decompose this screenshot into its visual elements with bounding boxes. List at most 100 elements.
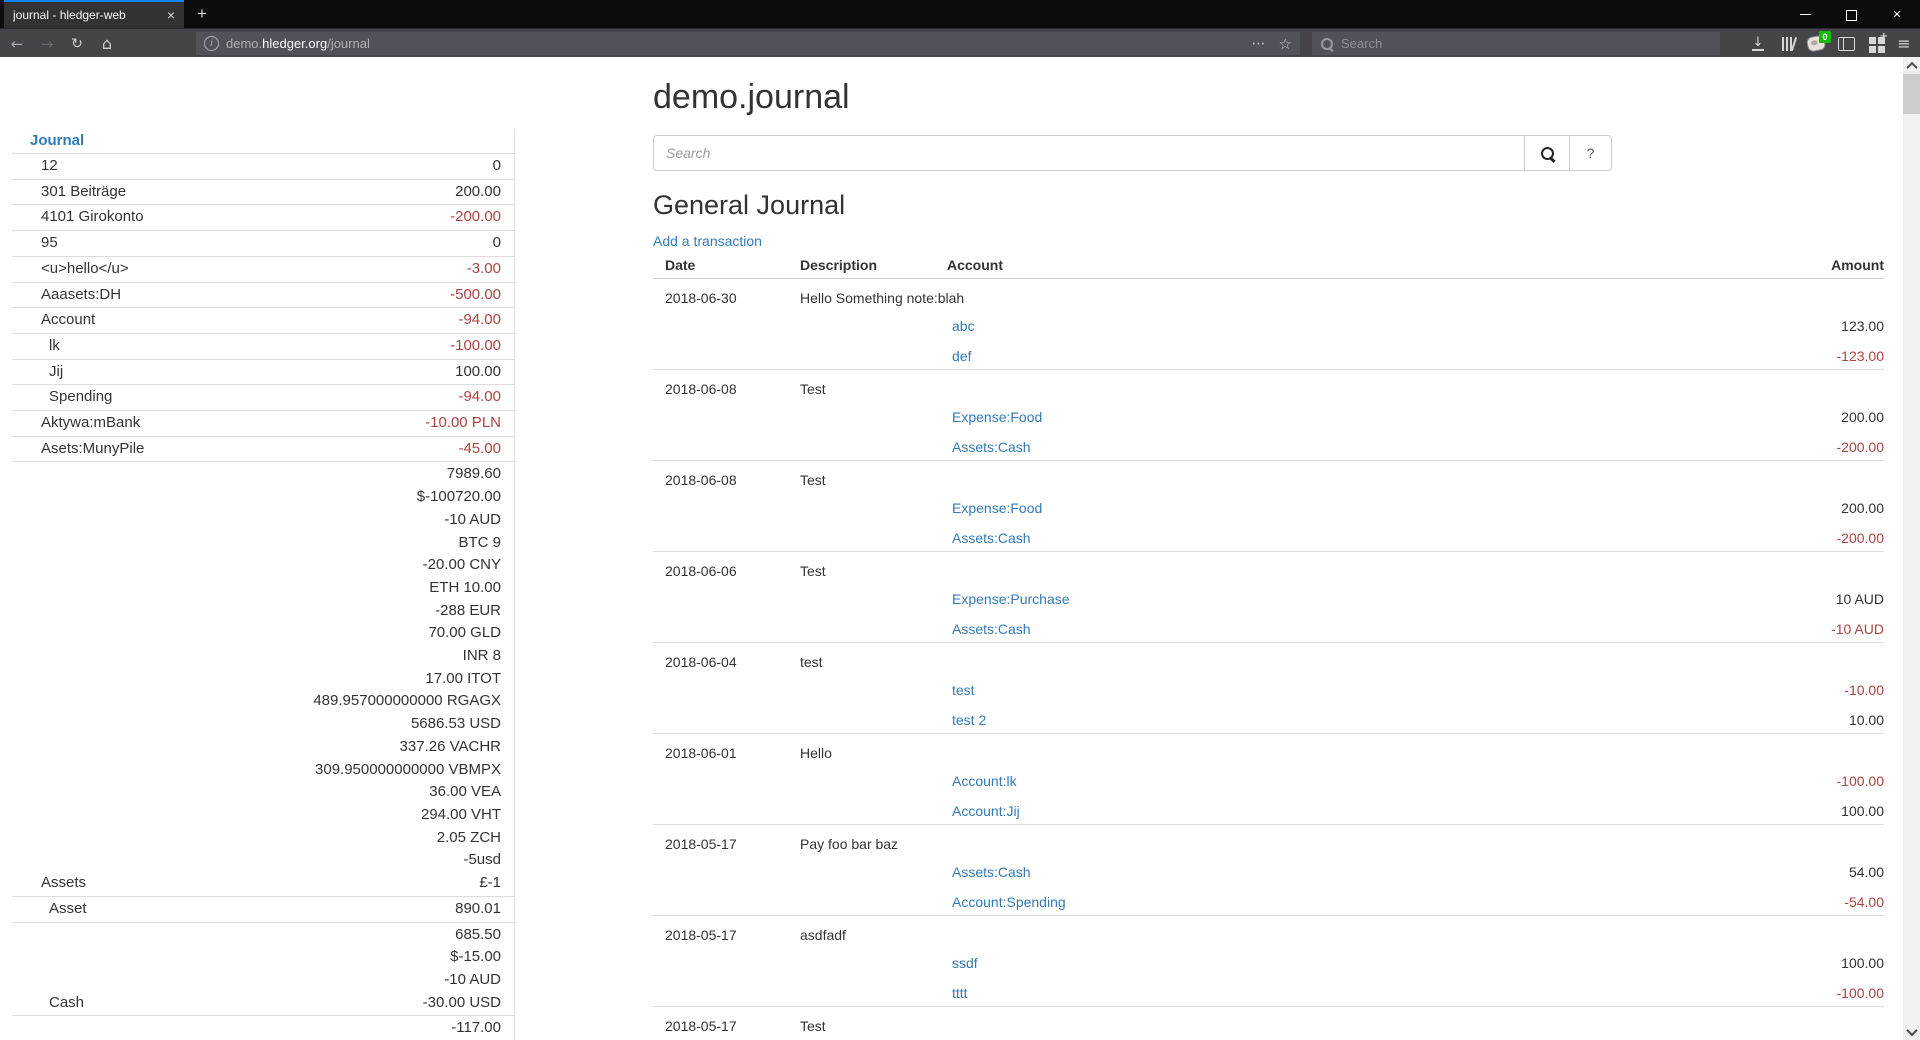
journal-link[interactable]: Journal (30, 132, 84, 149)
home-icon: ⌂ (102, 34, 112, 53)
column-header-account: Account (947, 255, 1831, 275)
account-balance: 685.50 $-15.00 -10 AUD -30.00 USD (423, 924, 501, 1015)
account-link[interactable]: Aktywa:mBank (41, 412, 140, 435)
posting-amount: 100.00 (1841, 953, 1884, 973)
posting-account-link[interactable]: abc (952, 316, 975, 336)
tab-close-icon[interactable]: × (167, 8, 175, 22)
posting-amount: 200.00 (1841, 407, 1884, 427)
account-link[interactable]: lk (49, 335, 60, 358)
page-scrollbar[interactable] (1903, 57, 1920, 1040)
library-button[interactable] (1774, 29, 1802, 58)
search-help-button[interactable]: ? (1570, 135, 1612, 171)
account-balance: 200.00 (455, 181, 501, 204)
account-balance: -10.00 PLN (425, 412, 501, 435)
posting-account-link[interactable]: Expense:Food (952, 498, 1042, 518)
posting-account-link[interactable]: Account:Spending (952, 892, 1066, 912)
posting-account-link[interactable]: def (952, 346, 971, 366)
transaction-row[interactable]: 2018-06-04test test-10.00 test 210.00 (653, 643, 1884, 734)
account-balance: -500.00 (450, 284, 501, 307)
url-bar[interactable]: i demo.hledger.org/journal ⋯ ☆ (196, 32, 1300, 55)
account-balance: 0 (493, 155, 501, 178)
posting-account-link[interactable]: Assets:Cash (952, 619, 1031, 639)
posting-account-link[interactable]: ssdf (952, 953, 978, 973)
posting-account-link[interactable]: Account:Jij (952, 801, 1020, 821)
scrollbar-thumb[interactable] (1903, 74, 1920, 114)
posting-line: test-10.00 (653, 680, 1884, 700)
transaction-row[interactable]: 2018-06-08Test Expense:Food 200.00 Assets… (653, 370, 1884, 461)
posting-account-link[interactable]: Expense:Food (952, 407, 1042, 427)
browser-tab[interactable]: journal - hledger-web × (4, 0, 184, 28)
account-link[interactable]: Jij (49, 361, 63, 384)
transaction-description: Test (800, 470, 1884, 490)
home-button[interactable]: ⌂ (94, 29, 120, 58)
transaction-row[interactable]: 2018-05-17asdfadf ssdf100.00 tttt-100.00 (653, 916, 1884, 1007)
posting-account-link[interactable]: Assets:Cash (952, 528, 1031, 548)
posting-line: Expense:Food 200.00 (653, 498, 1884, 518)
journal-table-header: Date Description Account Amount (653, 251, 1884, 279)
menu-button[interactable]: ≡ (1890, 29, 1918, 58)
transaction-date: 2018-06-04 (665, 652, 800, 672)
browser-toolbar: ← → ↻ ⌂ i demo.hledger.org/journal ⋯ ☆ S… (0, 28, 1920, 58)
sidebar-toggle-button[interactable] (1832, 29, 1860, 58)
extension-button[interactable]: 0 (1802, 29, 1830, 58)
account-row: 12 0 (12, 153, 514, 179)
posting-amount: 100.00 (1841, 801, 1884, 821)
back-button[interactable]: ← (4, 29, 30, 58)
window-restore-button[interactable] (1829, 0, 1875, 28)
transaction-header: 2018-06-08Test (653, 379, 1884, 399)
site-info-icon[interactable]: i (204, 36, 219, 51)
scrollbar-up-button[interactable] (1903, 57, 1920, 74)
posting-line: tttt -100.00 (653, 983, 1884, 1003)
account-link[interactable]: Cash (49, 992, 84, 1015)
page-actions-icon[interactable]: ⋯ (1252, 36, 1267, 52)
apps-grid-button[interactable]: + (1862, 29, 1890, 58)
posting-amount: 200.00 (1841, 498, 1884, 518)
account-link[interactable]: 301 Beiträge (41, 181, 126, 204)
posting-account-link[interactable]: test 2 (952, 710, 986, 730)
transaction-row[interactable]: 2018-05-17Pay foo bar baz Assets:Cash54.… (653, 825, 1884, 916)
column-header-description: Description (800, 255, 947, 275)
transaction-row[interactable]: 2018-06-01Hello Account:lk-100.00 Accoun… (653, 734, 1884, 825)
account-link[interactable]: 4101 Girokonto (41, 206, 144, 229)
reload-button[interactable]: ↻ (64, 29, 90, 58)
posting-account-link[interactable]: Expense:Purchase (952, 589, 1070, 609)
posting-amount: -100.00 (1837, 983, 1884, 1003)
account-link[interactable]: Account (41, 309, 95, 332)
new-tab-button[interactable]: + (190, 0, 214, 28)
window-minimize-button[interactable] (1782, 0, 1828, 28)
browser-search-input[interactable]: Search (1312, 32, 1720, 55)
account-link[interactable]: 95 (41, 232, 58, 255)
account-link[interactable]: Spending (49, 386, 112, 409)
transaction-row[interactable]: 2018-06-30Hello Something note:blah abc1… (653, 279, 1884, 370)
accounts-sidebar: Journal 12 0 301 Beiträge 200.00 4101 Giro… (12, 129, 515, 1040)
posting-account-link[interactable]: Account:lk (952, 771, 1017, 791)
account-row: -117.00 (12, 1015, 514, 1040)
posting-amount: -10 AUD (1831, 619, 1884, 639)
posting-account-link[interactable]: test (952, 680, 975, 700)
account-link[interactable]: Assets (41, 872, 86, 895)
account-link[interactable]: Asets:MunyPile (41, 438, 144, 461)
bookmark-star-icon[interactable]: ☆ (1279, 35, 1292, 53)
transaction-row[interactable]: 2018-05-17Test (653, 1007, 1884, 1040)
account-link[interactable]: Asset (49, 898, 87, 921)
posting-account-link[interactable]: Assets:Cash (952, 437, 1031, 457)
posting-line: Expense:Purchase10 AUD (653, 589, 1884, 609)
account-row: 4101 Girokonto-200.00 (12, 204, 514, 230)
transaction-row[interactable]: 2018-06-06Test Expense:Purchase10 AUD As… (653, 552, 1884, 643)
account-row: Jij100.00 (12, 359, 514, 385)
forward-button[interactable]: → (34, 29, 60, 58)
account-link[interactable]: Aaasets:DH (41, 284, 121, 307)
add-transaction-link[interactable]: Add a transaction (653, 231, 762, 251)
posting-line: abc123.00 (653, 316, 1884, 336)
search-input[interactable] (653, 135, 1525, 171)
downloads-button[interactable]: ↓ (1744, 29, 1772, 58)
account-link[interactable]: 12 (41, 155, 58, 178)
transaction-row[interactable]: 2018-06-08Test Expense:Food200.00 Assets… (653, 461, 1884, 552)
posting-line: ssdf 100.00 (653, 953, 1884, 973)
account-link[interactable]: <u>hello</u> (41, 258, 129, 281)
scrollbar-down-button[interactable] (1903, 1023, 1920, 1040)
posting-account-link[interactable]: tttt (952, 983, 968, 1003)
search-submit-button[interactable] (1525, 135, 1570, 171)
posting-account-link[interactable]: Assets:Cash (952, 862, 1031, 882)
window-close-button[interactable]: × (1874, 0, 1920, 28)
